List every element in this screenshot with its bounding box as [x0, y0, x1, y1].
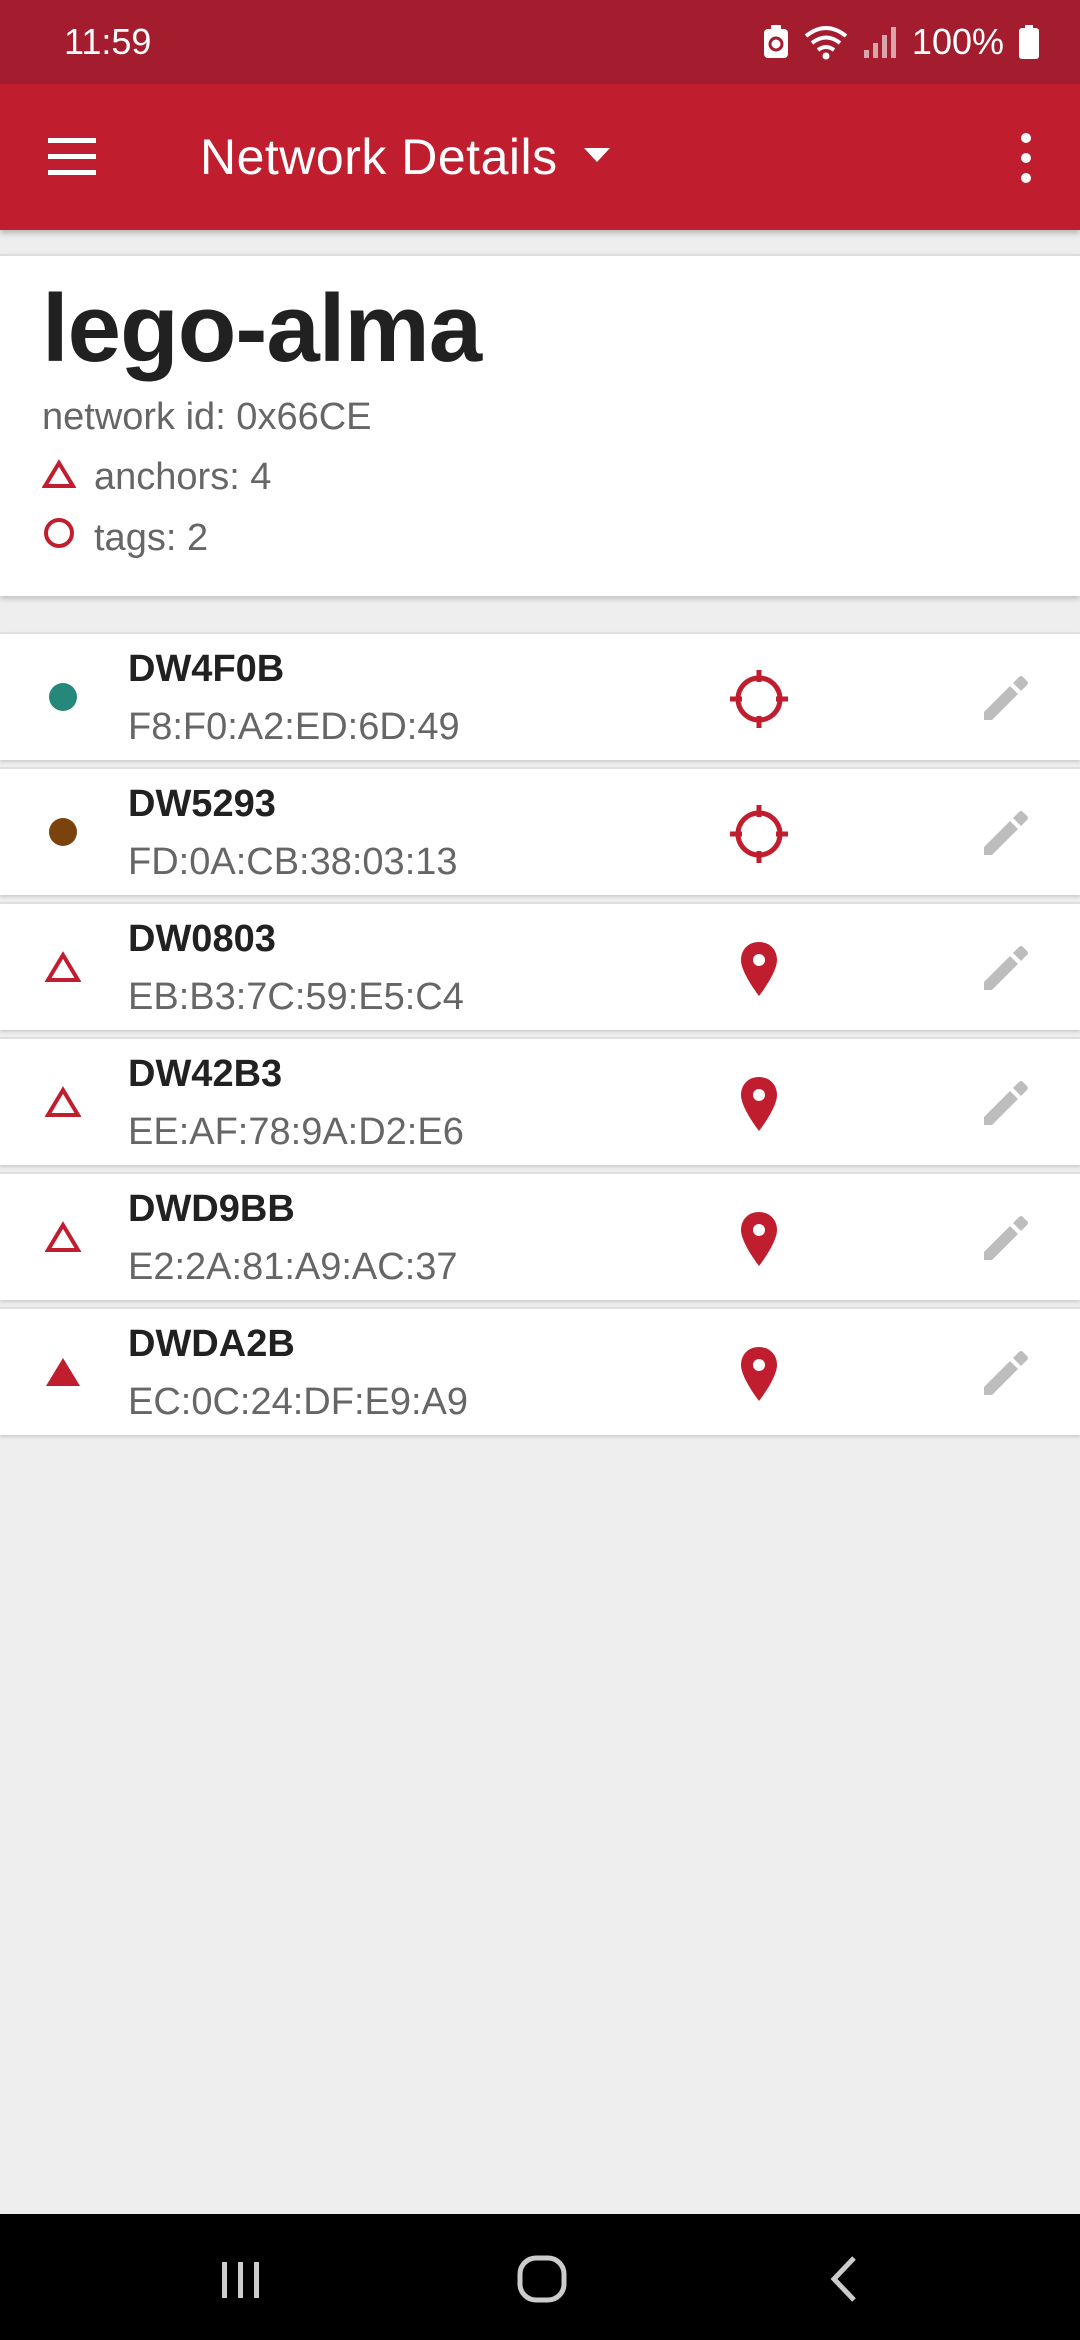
device-name: DWDA2B [128, 1323, 295, 1365]
tag-circle-icon [42, 516, 76, 560]
crosshair-icon[interactable] [728, 668, 790, 730]
menu-icon[interactable] [42, 132, 102, 182]
triangle-outline-icon [40, 1214, 86, 1260]
network-name: lego-alma [42, 275, 482, 382]
location-pin-icon[interactable] [728, 1343, 790, 1405]
device-mac: EE:AF:78:9A:D2:E6 [128, 1111, 464, 1153]
edit-pencil-icon[interactable] [978, 1210, 1034, 1266]
location-pin-icon[interactable] [728, 938, 790, 1000]
signal-icon [862, 24, 898, 60]
home-icon[interactable] [512, 2252, 572, 2306]
system-nav-bar [0, 2214, 1080, 2340]
device-name: DW4F0B [128, 648, 285, 690]
edit-pencil-icon[interactable] [978, 805, 1034, 861]
device-mac: EC:0C:24:DF:E9:A9 [128, 1381, 469, 1423]
triangle-outline-icon [40, 944, 86, 990]
edit-pencil-icon[interactable] [978, 1075, 1034, 1131]
wifi-icon [804, 24, 848, 60]
battery-saver-icon [762, 24, 790, 60]
more-options-icon[interactable] [1006, 128, 1046, 188]
network-id: network id: 0x66CE [42, 396, 372, 438]
anchors-count: anchors: 4 [41, 456, 272, 499]
device-row[interactable]: DW42B3 EE:AF:78:9A:D2:E6 [0, 1037, 1080, 1165]
device-name: DW42B3 [128, 1053, 283, 1095]
tags-count-label: tags: 2 [94, 516, 209, 559]
network-summary-card: lego-alma network id: 0x66CE anchors: 4 … [0, 254, 1080, 596]
device-row[interactable]: DW4F0B F8:F0:A2:ED:6D:49 [0, 632, 1080, 760]
crosshair-icon[interactable] [728, 803, 790, 865]
page-title: Network Details [200, 129, 558, 185]
device-mac: E2:2A:81:A9:AC:37 [128, 1246, 458, 1288]
triangle-outline-icon [40, 1079, 86, 1125]
back-icon[interactable] [816, 2252, 876, 2306]
device-list: DW4F0B F8:F0:A2:ED:6D:49 DW5293 FD:0A:CB… [0, 632, 1080, 1442]
device-row[interactable]: DWD9BB E2:2A:81:A9:AC:37 [0, 1172, 1080, 1300]
device-mac: FD:0A:CB:38:03:13 [128, 841, 458, 883]
device-mac: EB:B3:7C:59:E5:C4 [128, 976, 464, 1018]
location-pin-icon[interactable] [728, 1073, 790, 1135]
status-icons: 100% [762, 21, 1040, 63]
device-row[interactable]: DW0803 EB:B3:7C:59:E5:C4 [0, 902, 1080, 1030]
teal-dot-icon [40, 674, 86, 720]
brown-dot-icon [40, 809, 86, 855]
device-row[interactable]: DW5293 FD:0A:CB:38:03:13 [0, 767, 1080, 895]
battery-icon [1018, 24, 1040, 60]
anchors-count-label: anchors: 4 [94, 456, 272, 498]
recent-apps-icon[interactable] [210, 2252, 270, 2306]
device-mac: F8:F0:A2:ED:6D:49 [128, 706, 460, 748]
status-bar: 11:59 100% [0, 0, 1080, 84]
dropdown-arrow-icon [582, 145, 612, 170]
battery-level: 100% [911, 21, 1004, 62]
app-bar: Network Details [0, 84, 1080, 230]
device-name: DW5293 [128, 783, 276, 825]
status-time: 11:59 [64, 21, 152, 62]
device-name: DW0803 [128, 918, 276, 960]
view-selector-dropdown[interactable]: Network Details [200, 84, 612, 230]
triangle-filled-icon [40, 1349, 86, 1395]
device-name: DWD9BB [128, 1188, 295, 1230]
edit-pencil-icon[interactable] [978, 940, 1034, 996]
location-pin-icon[interactable] [728, 1208, 790, 1270]
edit-pencil-icon[interactable] [978, 670, 1034, 726]
edit-pencil-icon[interactable] [978, 1345, 1034, 1401]
tags-count: tags: 2 [42, 516, 208, 560]
device-row[interactable]: DWDA2B EC:0C:24:DF:E9:A9 [0, 1307, 1080, 1435]
anchor-triangle-icon [41, 456, 77, 499]
